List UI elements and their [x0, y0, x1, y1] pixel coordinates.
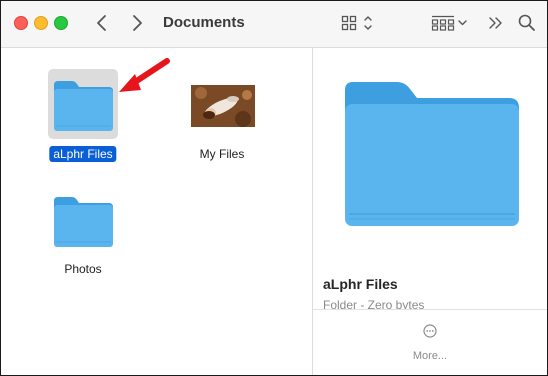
folder-item-photos[interactable] — [48, 185, 118, 255]
file-label-alphr-files[interactable]: aLphr Files — [49, 146, 117, 162]
toolbar: Documents — [1, 1, 547, 48]
finder-window: Documents aLphr Files My Files Photos aL… — [0, 0, 548, 376]
folder-preview-icon — [345, 82, 519, 226]
annotation-arrow-icon — [119, 58, 170, 92]
preview-pane: aLphr Files Folder - Zero bytes More... — [313, 48, 547, 375]
preview-title: aLphr Files — [323, 276, 398, 292]
file-label-photos[interactable]: Photos — [60, 261, 105, 277]
group-grid-icon[interactable] — [431, 13, 469, 33]
search-icon[interactable] — [517, 13, 537, 33]
chevron-left-icon[interactable] — [95, 13, 109, 33]
image-thumbnail-my-files[interactable] — [191, 85, 255, 127]
chevron-right-icon[interactable] — [130, 13, 144, 33]
more-ellipsis-icon — [423, 324, 437, 338]
window-title: Documents — [163, 14, 245, 31]
photo-thumbnail-icon — [191, 85, 255, 127]
minimize-window-button[interactable] — [34, 16, 48, 30]
folder-icon — [54, 81, 113, 131]
folder-item-alphr-files[interactable] — [48, 69, 118, 139]
file-browser: aLphr Files My Files Photos — [1, 48, 313, 375]
grid-view-icon[interactable] — [341, 13, 377, 33]
double-chevron-icon[interactable] — [487, 13, 505, 33]
zoom-window-button[interactable] — [54, 16, 68, 30]
file-label-my-files[interactable]: My Files — [196, 146, 249, 162]
more-button[interactable]: More... — [313, 310, 547, 375]
close-window-button[interactable] — [14, 16, 28, 30]
folder-icon — [54, 197, 113, 247]
more-button-label: More... — [412, 350, 448, 362]
